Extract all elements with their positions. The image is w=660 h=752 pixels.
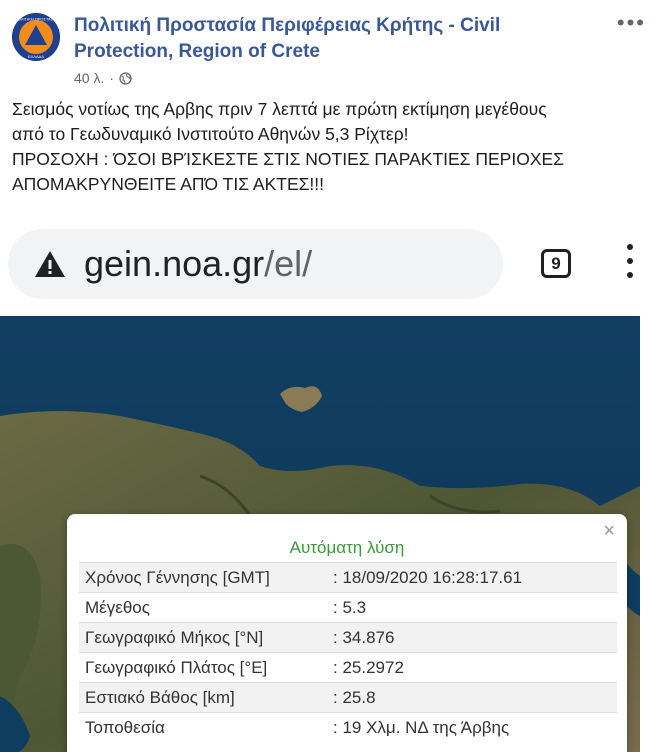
row-value: : 18/09/2020 16:28:17.61 bbox=[327, 562, 617, 593]
row-value: : 5.3 bbox=[327, 592, 617, 623]
url-host: gein.noa.gr bbox=[84, 243, 265, 284]
avatar-text-bottom: ΕΛΛΑΔΑ bbox=[28, 54, 44, 59]
post-header: ΠΟΛΙΤΙΚΗ ΠΡΟΣΤΑΣΙΑ ΕΛΛΑΔΑ Πολιτική Προστ… bbox=[0, 0, 660, 96]
meta-separator: · bbox=[109, 70, 115, 86]
post-text: Σεισμός νοτίως της Αρβης πριν 7 λεπτά με… bbox=[12, 97, 652, 197]
row-value: : 34.876 bbox=[327, 622, 617, 653]
table-row: Τοποθεσία: 19 Χλμ. ΝΔ της Άρβης bbox=[79, 712, 617, 742]
row-value: : 25.2972 bbox=[327, 652, 617, 683]
browser-menu-icon bbox=[626, 244, 634, 282]
not-secure-warning-icon bbox=[35, 251, 65, 277]
page-name-link[interactable]: Πολιτική Προστασία Περιφέρειας Κρήτης - … bbox=[74, 13, 544, 65]
post-time[interactable]: 40 λ. bbox=[74, 70, 104, 86]
row-label: Γεωγραφικό Πλάτος [°E] bbox=[79, 652, 327, 683]
row-value: : 19 Χλμ. ΝΔ της Άρβης bbox=[327, 712, 617, 742]
tab-count-button: 9 bbox=[541, 249, 571, 278]
browser-url-bar: gein.noa.gr/el/ bbox=[8, 229, 503, 299]
table-row: Χρόνος Γέννησης [GMT]: 18/09/2020 16:28:… bbox=[79, 562, 617, 593]
attached-screenshot-image[interactable]: gein.noa.gr/el/ 9 × Αυτόματη λύση Χρόνος… bbox=[0, 222, 660, 752]
table-row: Γεωγραφικό Πλάτος [°E]: 25.2972 bbox=[79, 652, 617, 683]
globe-icon[interactable] bbox=[119, 71, 132, 85]
post-meta: 40 λ. · bbox=[74, 70, 132, 86]
earthquake-info-popup: × Αυτόματη λύση Χρόνος Γέννησης [GMT]: 1… bbox=[67, 514, 627, 752]
table-row: Εστιακό Βάθος [km]: 25.8 bbox=[79, 682, 617, 713]
post-text-line: από το Γεωδυναμικό Ινστιτούτο Αθηνών 5,3… bbox=[12, 124, 409, 144]
post-text-line: ΠΡΟΣΟΧΗ : ΌΣΟΙ ΒΡΊΣΚΕΣΤΕ ΣΤΙΣ ΝΟΤΙΕΣ ΠΑΡ… bbox=[12, 149, 564, 169]
popup-title: Αυτόματη λύση bbox=[289, 538, 405, 557]
table-row: Γεωγραφικό Μήκος [°N]: 34.876 bbox=[79, 622, 617, 653]
url-path: /el/ bbox=[264, 243, 313, 284]
row-label: Γεωγραφικό Μήκος [°N] bbox=[79, 622, 327, 653]
row-label: Χρόνος Γέννησης [GMT] bbox=[79, 562, 327, 593]
post-text-line: ΑΠΟΜΑΚΡΥΝΘΕΙΤΕ ΑΠΌ ΤΙΣ ΑΚΤΕΣ!!! bbox=[12, 174, 325, 194]
post-text-line: Σεισμός νοτίως της Αρβης πριν 7 λεπτά με… bbox=[12, 99, 547, 119]
row-label: Τοποθεσία bbox=[79, 712, 327, 742]
url-text: gein.noa.gr/el/ bbox=[84, 243, 312, 285]
row-label: Εστιακό Βάθος [km] bbox=[79, 682, 327, 713]
earthquake-info-table: Χρόνος Γέννησης [GMT]: 18/09/2020 16:28:… bbox=[79, 562, 617, 742]
page-avatar[interactable]: ΠΟΛΙΤΙΚΗ ΠΡΟΣΤΑΣΙΑ ΕΛΛΑΔΑ bbox=[12, 13, 60, 61]
table-row: Μέγεθος: 5.3 bbox=[79, 592, 617, 623]
row-value: : 25.8 bbox=[327, 682, 617, 713]
row-label: Μέγεθος bbox=[79, 592, 327, 623]
more-options-button[interactable]: ••• bbox=[617, 10, 646, 36]
avatar-text-top: ΠΟΛΙΤΙΚΗ ΠΡΟΣΤΑΣΙΑ bbox=[15, 17, 57, 22]
